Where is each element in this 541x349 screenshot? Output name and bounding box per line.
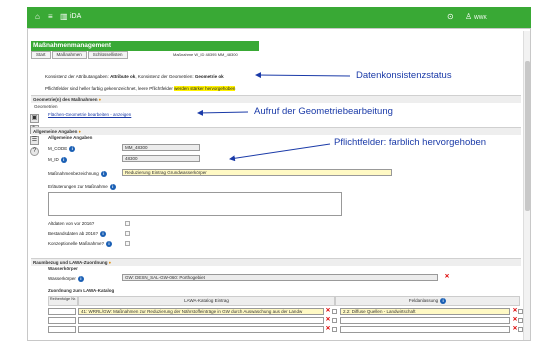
- annotation-datenkonsistenz: Datenkonsistenzstatus: [356, 70, 452, 81]
- arrow-geometrie: [197, 109, 249, 116]
- annotation-arrows: [197, 72, 351, 162]
- arrow-datenkonsistenz: [255, 72, 351, 79]
- annotation-geometrie: Aufruf der Geometriebearbeitung: [254, 106, 393, 117]
- annotation-pflicht: Pflichtfelder: farblich hervorgehoben: [334, 137, 487, 148]
- arrow-pflicht: [229, 143, 331, 162]
